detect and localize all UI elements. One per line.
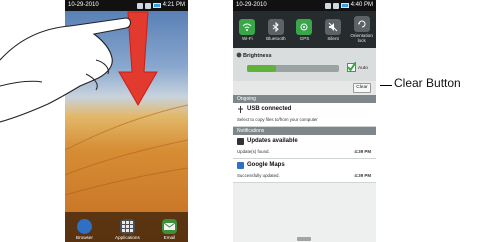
auto-brightness-label: Auto: [358, 66, 368, 71]
notification-title: Google Maps: [247, 162, 285, 168]
checkmark-icon: [347, 62, 356, 71]
rotation-lock-icon: [353, 16, 370, 32]
silent-icon: [325, 18, 342, 35]
toggle-bluetooth[interactable]: Bluetooth: [264, 18, 288, 41]
usb-connected-notification[interactable]: USB connected Select to copy files to/fr…: [233, 103, 376, 127]
google-maps-notification[interactable]: Google Maps Successfully updated. 4:39 P…: [233, 159, 376, 183]
panel-drag-handle[interactable]: [297, 237, 311, 241]
toggle-gps[interactable]: GPS: [292, 18, 316, 41]
usb-icon: [238, 106, 243, 113]
dock-applications[interactable]: Applications: [115, 219, 140, 240]
updates-notification[interactable]: Updates available Update(s) found. 4:39 …: [233, 135, 376, 159]
brightness-slider-fill: [247, 65, 277, 72]
notification-title: Updates available: [247, 138, 298, 144]
toggle-wifi[interactable]: Wi-Fi: [235, 18, 259, 41]
toggle-label: Bluetooth: [266, 35, 286, 41]
brightness-section: Brightness Auto: [233, 48, 376, 81]
battery-icon: [340, 3, 349, 8]
auto-brightness-checkbox[interactable]: [347, 62, 356, 72]
quick-toggles: Wi-Fi Bluetooth GPS Silent Orientation l…: [233, 11, 376, 48]
toggle-silent[interactable]: Silent: [321, 18, 345, 41]
hand-swipe-icon: [0, 17, 132, 123]
toggle-orientation-lock[interactable]: Orientation lock: [350, 16, 374, 43]
annotation-line: [380, 85, 392, 86]
brightness-slider[interactable]: [247, 65, 339, 72]
notification-time: 4:39 PM: [354, 173, 371, 178]
globe-icon: [76, 219, 92, 234]
notification-title: USB connected: [247, 106, 292, 112]
usb-icon: [324, 2, 331, 9]
toggle-label: Silent: [327, 35, 339, 41]
notification-subtitle: Select to copy files to/from your comput…: [237, 117, 318, 122]
wifi-icon: [239, 18, 256, 35]
ongoing-header: Ongoing: [233, 95, 376, 103]
dock-browser[interactable]: Browser: [76, 219, 93, 240]
signal-icon: [332, 2, 339, 9]
annotation-label: Clear Button: [394, 76, 461, 90]
status-bar: 10-29-2010 4:40 PM: [233, 0, 376, 11]
dock-label: Applications: [115, 235, 140, 240]
grid-icon: [119, 219, 135, 234]
status-time: 4:40 PM: [350, 2, 373, 8]
dock-label: Browser: [76, 235, 93, 240]
notification-panel: 10-29-2010 4:40 PM Wi-Fi Bluetooth GPS S…: [233, 0, 376, 242]
brightness-title: Brightness: [243, 53, 272, 59]
status-date: 10-29-2010: [236, 2, 267, 8]
envelope-icon: [161, 219, 177, 234]
dock-email[interactable]: Email: [161, 219, 177, 240]
toggle-label: Wi-Fi: [241, 35, 253, 41]
update-icon: [237, 138, 244, 145]
notification-subtitle: Successfully updated.: [237, 173, 280, 178]
notification-subtitle: Update(s) found.: [237, 149, 270, 154]
toggle-label: Orientation lock: [350, 33, 373, 43]
dock-label: Email: [163, 235, 176, 240]
brightness-icon: [236, 52, 242, 58]
dock: Browser Applications Email: [65, 212, 188, 242]
bluetooth-icon: [267, 18, 284, 35]
notification-time: 4:39 PM: [354, 149, 371, 154]
clear-button[interactable]: Clear: [353, 83, 371, 93]
toggle-label: GPS: [299, 35, 310, 41]
notifications-header: Notifications: [233, 127, 376, 135]
gps-icon: [296, 18, 313, 35]
clear-row: Clear: [233, 81, 376, 95]
download-icon: [237, 162, 244, 169]
